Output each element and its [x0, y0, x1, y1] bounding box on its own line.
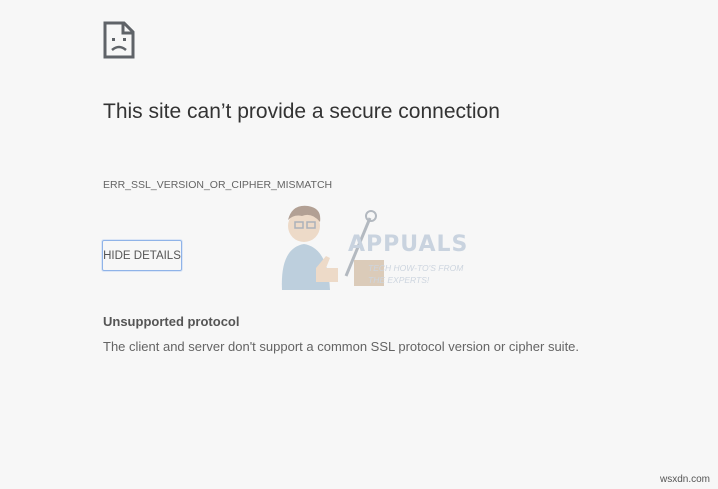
error-page: This site can’t provide a secure connect… — [0, 0, 718, 489]
error-code: ERR_SSL_VERSION_OR_CIPHER_MISMATCH — [103, 179, 333, 191]
details-heading: Unsupported protocol — [103, 314, 240, 329]
watermark-tagline: TECH HOW-TO'S FROM THE EXPERTS! — [368, 262, 463, 286]
details-text: The client and server don't support a co… — [103, 339, 580, 354]
site-credit: wsxdn.com — [659, 474, 710, 485]
watermark-brand: APPUALS — [348, 232, 469, 257]
hide-details-button[interactable]: HIDE DETAILS — [102, 240, 182, 271]
sad-document-icon — [103, 21, 135, 59]
watermark-tagline-line2: THE EXPERTS! — [368, 275, 430, 285]
watermark-tagline-line1: TECH HOW-TO'S FROM — [368, 263, 464, 273]
page-title: This site can’t provide a secure connect… — [103, 100, 500, 123]
